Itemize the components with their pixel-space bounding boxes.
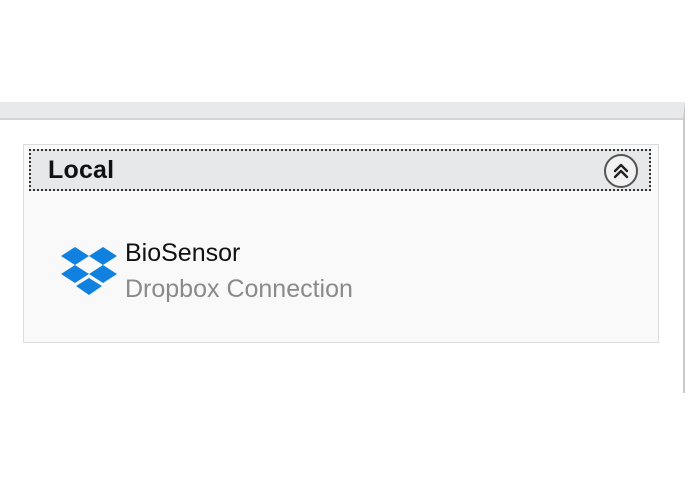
connection-name: BioSensor bbox=[125, 239, 241, 267]
group-header[interactable]: Local bbox=[29, 149, 651, 191]
connection-type: Dropbox Connection bbox=[125, 275, 353, 303]
collapse-button[interactable] bbox=[604, 154, 638, 188]
group-title: Local bbox=[48, 155, 115, 184]
dropbox-icon bbox=[61, 247, 117, 295]
connection-item[interactable]: BioSensor Dropbox Connection bbox=[60, 239, 420, 305]
double-chevron-up-icon bbox=[613, 163, 629, 179]
connection-group-local: Local BioSensor Dropbox Connection bbox=[23, 144, 659, 343]
